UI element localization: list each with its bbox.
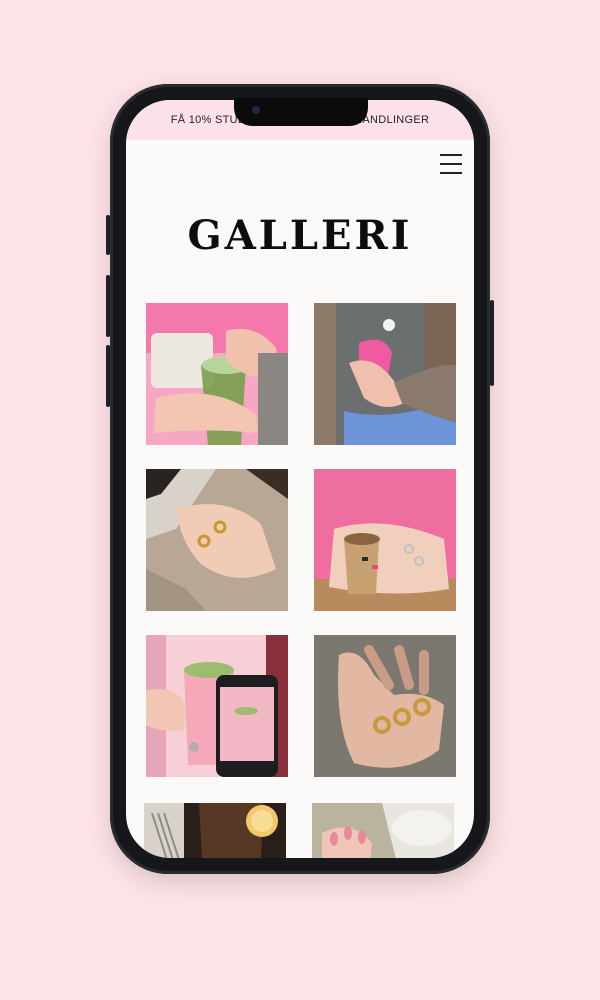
front-camera-icon: [252, 106, 260, 114]
gallery-photo-iced-drink: [144, 803, 286, 858]
gallery-photo-gold-rings-coat: [146, 469, 288, 611]
gallery-photo-phone-matcha: [146, 635, 288, 777]
hamburger-menu-button[interactable]: [440, 154, 462, 174]
hamburger-menu-icon-bar: [440, 172, 462, 174]
gallery-image[interactable]: [312, 803, 454, 858]
gallery-image[interactable]: [146, 635, 288, 777]
phone-volume-up-button: [106, 275, 110, 337]
gallery-photo-pink-nails-glass: [312, 803, 454, 858]
gallery-photo-pink-nails-knee: [314, 303, 456, 445]
hamburger-menu-icon-bar: [440, 163, 462, 165]
hamburger-menu-icon: [440, 154, 462, 156]
phone-notch: [234, 98, 368, 126]
gallery-image[interactable]: [314, 469, 456, 611]
phone-side-button: [106, 215, 110, 255]
phone-screen: FÅ 10% STUDENTRABATT I ALLE HANDLINGER G…: [126, 100, 474, 858]
gallery-image[interactable]: [146, 469, 288, 611]
phone-power-button: [490, 300, 494, 386]
gallery-image[interactable]: [314, 635, 456, 777]
gallery-photo-matcha-drink: [146, 303, 288, 445]
gallery-image[interactable]: [144, 803, 286, 858]
gallery-photo-coffee-cup: [314, 469, 456, 611]
gallery-photo-chunky-rings: [314, 635, 456, 777]
gallery-image[interactable]: [146, 303, 288, 445]
page-title: GALLERI: [187, 212, 413, 259]
phone-volume-down-button: [106, 345, 110, 407]
gallery-image[interactable]: [314, 303, 456, 445]
